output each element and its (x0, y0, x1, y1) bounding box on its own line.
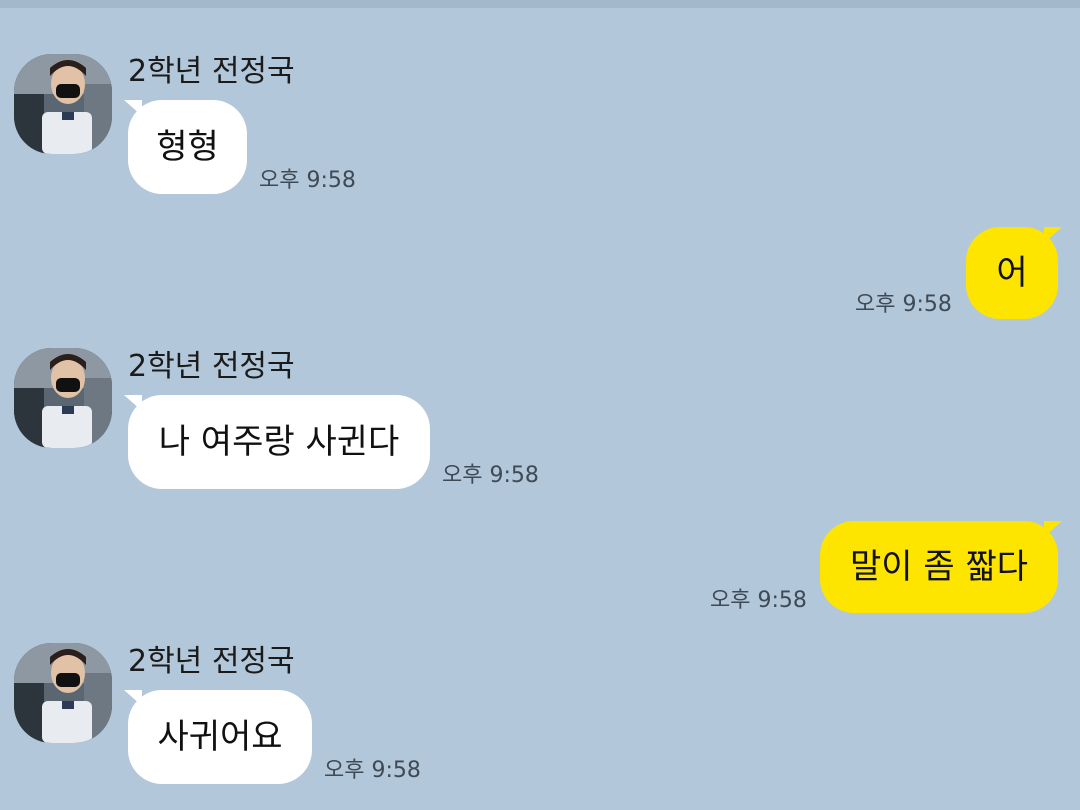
chat-message-list[interactable]: 2학년 전정국 형형 오후 9:58 어 오후 9:58 2학년 전정국 나 여… (0, 8, 1080, 810)
incoming-message-bubble[interactable]: 나 여주랑 사귄다 (128, 395, 430, 489)
avatar-photo-icon (14, 54, 112, 154)
outgoing-message-bubble[interactable]: 어 (966, 227, 1058, 319)
avatar[interactable] (14, 54, 112, 154)
avatar[interactable] (14, 643, 112, 743)
outgoing-message-bubble[interactable]: 말이 좀 짧다 (820, 521, 1058, 613)
message-timestamp: 오후 9:58 (855, 292, 952, 317)
top-bar-edge (0, 0, 1080, 8)
incoming-message-bubble[interactable]: 형형 (128, 100, 247, 194)
avatar-photo-icon (14, 643, 112, 743)
avatar-photo-icon (14, 348, 112, 448)
message-timestamp: 오후 9:58 (710, 588, 807, 613)
message-timestamp: 오후 9:58 (442, 463, 539, 488)
message-timestamp: 오후 9:58 (324, 758, 421, 783)
avatar[interactable] (14, 348, 112, 448)
sender-name: 2학년 전정국 (128, 644, 295, 679)
incoming-message-bubble[interactable]: 사귀어요 (128, 690, 312, 784)
message-timestamp: 오후 9:58 (259, 168, 356, 193)
sender-name: 2학년 전정국 (128, 349, 295, 384)
sender-name: 2학년 전정국 (128, 54, 295, 89)
